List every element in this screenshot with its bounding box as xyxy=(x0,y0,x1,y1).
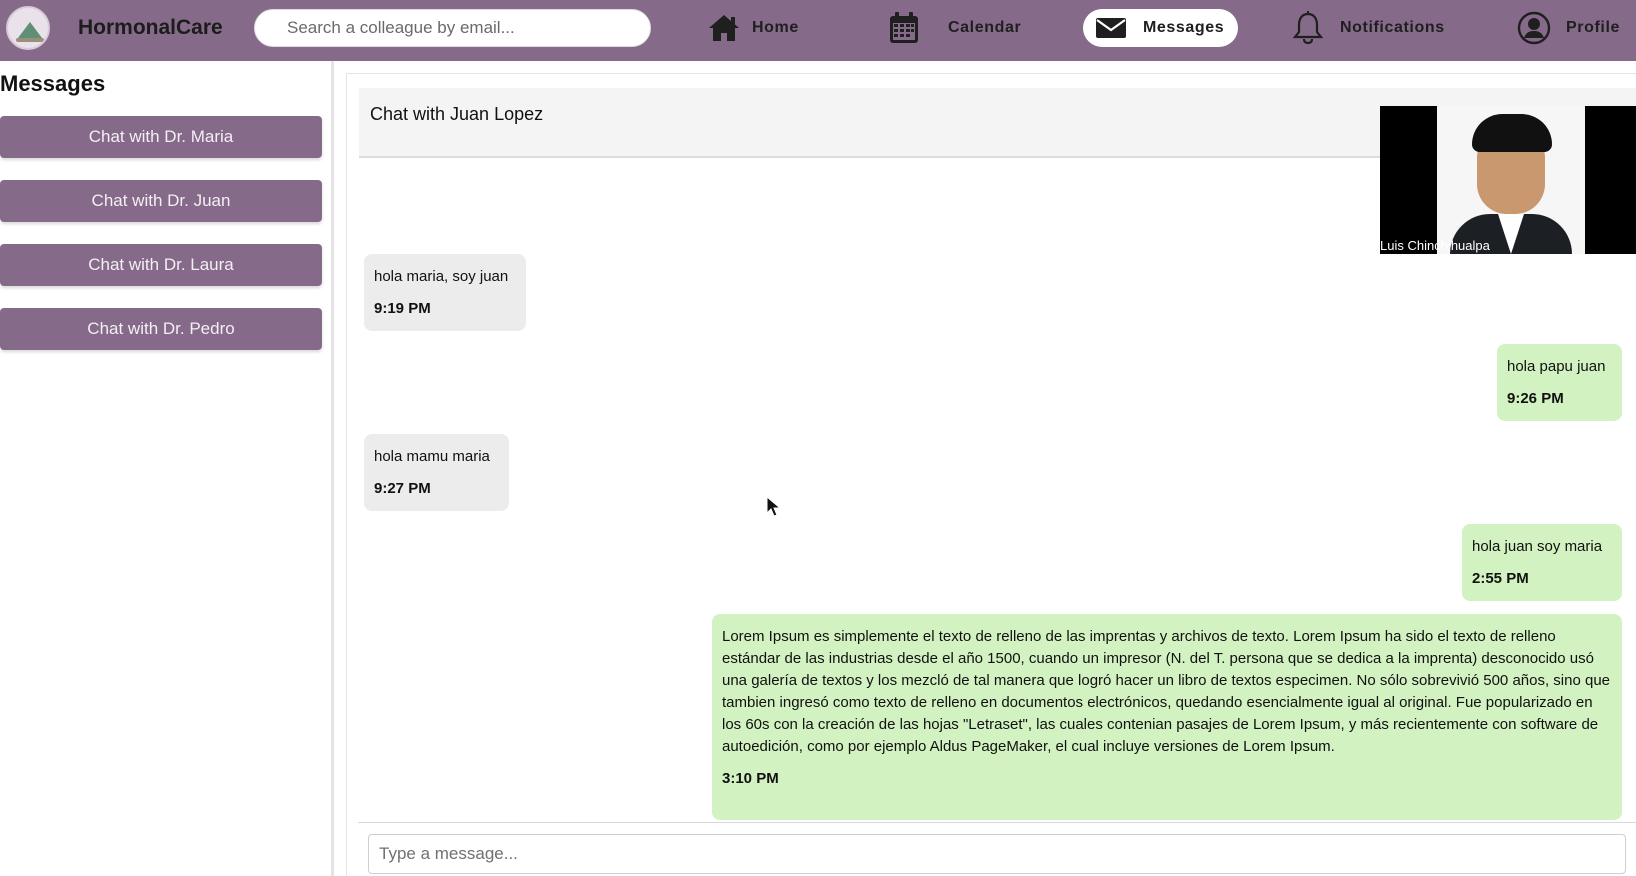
messages-sidebar: Messages Chat with Dr. Maria Chat with D… xyxy=(0,61,334,876)
app-name: HormonalCare xyxy=(78,16,223,39)
message-time: 3:10 PM xyxy=(722,770,779,787)
composer-divider xyxy=(358,822,1636,823)
message-text: hola mamu maria xyxy=(374,448,490,465)
colleague-search-input[interactable] xyxy=(254,9,651,47)
sidebar-title: Messages xyxy=(0,71,106,96)
nav-calendar[interactable]: Calendar xyxy=(886,9,1021,47)
mail-icon xyxy=(1093,10,1129,46)
message-bubble-sent: hola papu juan 9:26 PM xyxy=(1497,344,1622,421)
nav-notifications-label: Notifications xyxy=(1340,19,1445,36)
nav-notifications[interactable]: Notifications xyxy=(1290,9,1445,47)
chat-list-item-pedro[interactable]: Chat with Dr. Pedro xyxy=(0,308,322,350)
message-time: 9:26 PM xyxy=(1507,390,1564,407)
user-circle-icon xyxy=(1516,10,1552,46)
message-bubble-sent-long: Lorem Ipsum es simplemente el texto de r… xyxy=(712,614,1622,820)
chat-list-item-laura[interactable]: Chat with Dr. Laura xyxy=(0,244,322,286)
participant-name: Luis Chinchihualpa xyxy=(1380,238,1490,253)
home-icon xyxy=(706,10,742,46)
participant-hair-shape xyxy=(1472,114,1552,152)
nav-profile[interactable]: Profile xyxy=(1516,9,1620,47)
nav-messages[interactable]: Messages xyxy=(1083,9,1239,47)
message-time: 9:19 PM xyxy=(374,300,431,317)
logo-base-shape xyxy=(16,38,44,42)
message-input[interactable] xyxy=(368,834,1626,874)
nav-calendar-label: Calendar xyxy=(948,19,1022,36)
message-time: 9:27 PM xyxy=(374,480,431,497)
chat-list-item-maria[interactable]: Chat with Dr. Maria xyxy=(0,116,322,158)
message-text: hola juan soy maria xyxy=(1472,538,1603,555)
message-bubble-sent: hola juan soy maria 2:55 PM xyxy=(1462,524,1622,601)
chat-list-item-juan[interactable]: Chat with Dr. Juan xyxy=(0,180,322,222)
nav-messages-label: Messages xyxy=(1143,19,1225,36)
app-logo[interactable] xyxy=(6,6,50,50)
bell-icon xyxy=(1290,10,1326,46)
nav-home[interactable]: Home xyxy=(706,9,799,47)
message-text: Lorem Ipsum es simplemente el texto de r… xyxy=(722,628,1611,755)
chat-title: Chat with Juan Lopez xyxy=(370,104,544,124)
message-bubble-received: hola mamu maria 9:27 PM xyxy=(364,434,509,511)
message-time: 2:55 PM xyxy=(1472,570,1529,587)
nav-home-label: Home xyxy=(752,19,799,36)
calendar-icon xyxy=(886,10,922,46)
video-call-overlay[interactable]: Luis Chinchihualpa xyxy=(1380,106,1636,254)
nav-profile-label: Profile xyxy=(1566,19,1620,36)
message-bubble-received: hola maria, soy juan 9:19 PM xyxy=(364,254,526,331)
logo-mountain-shape xyxy=(18,22,42,38)
message-text: hola papu juan xyxy=(1507,358,1606,375)
top-navbar: HormonalCare Home Calendar Messages Noti… xyxy=(0,0,1636,61)
message-text: hola maria, soy juan xyxy=(374,268,509,285)
